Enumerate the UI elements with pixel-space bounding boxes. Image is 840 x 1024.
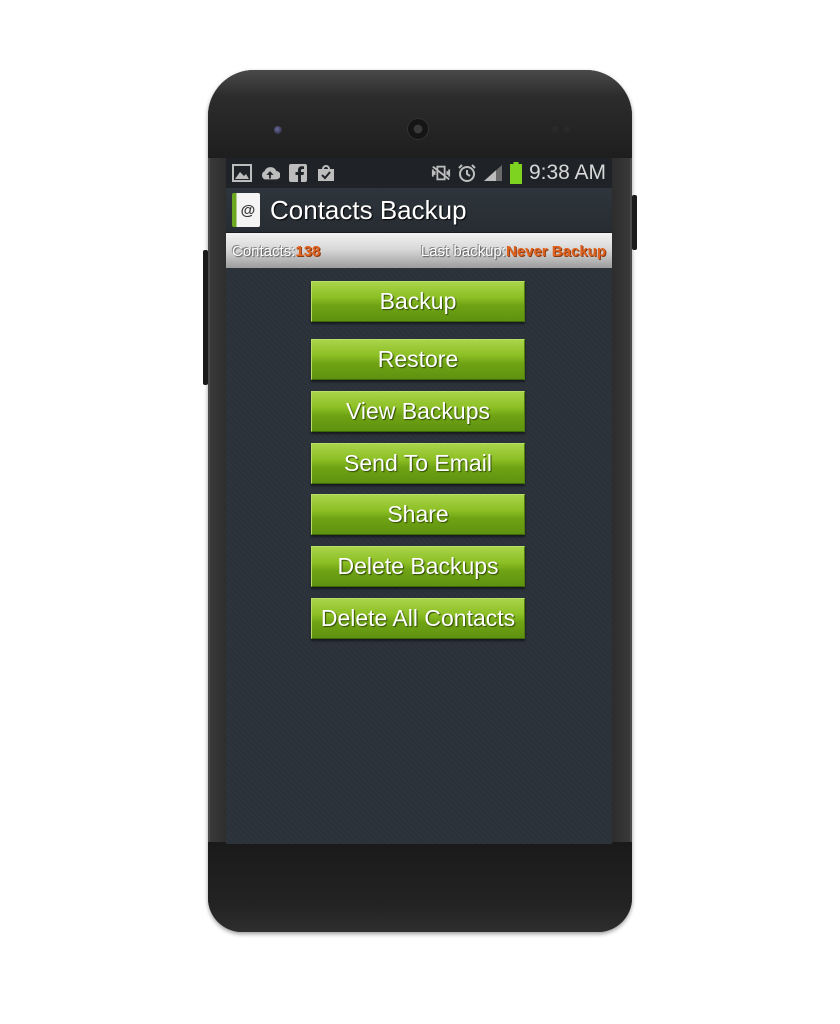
battery-icon xyxy=(509,162,523,184)
facebook-icon xyxy=(288,164,308,182)
gallery-icon xyxy=(232,164,252,182)
info-bar: Contacts: 138 Last backup: Never Backup xyxy=(226,233,612,269)
restore-button[interactable]: Restore xyxy=(311,339,525,380)
status-bar: 9:38 AM xyxy=(226,158,612,188)
light-sensor xyxy=(564,126,570,132)
proximity-sensor xyxy=(552,126,558,132)
app-icon[interactable]: @ xyxy=(232,193,260,227)
contacts-count-value: 138 xyxy=(295,242,321,260)
mute-vibrate-icon xyxy=(431,164,451,182)
clock-time: 9:38 AM xyxy=(528,161,606,184)
app-title: Contacts Backup xyxy=(270,194,467,225)
phone-bottom-bezel xyxy=(208,842,632,932)
power-button xyxy=(632,195,637,250)
shopping-bag-icon xyxy=(316,164,336,182)
contacts-count-label: Contacts: xyxy=(232,242,296,260)
earpiece-speaker xyxy=(408,119,428,139)
cloud-upload-icon xyxy=(260,164,280,182)
last-backup-value: Never Backup xyxy=(505,242,606,260)
front-camera-icon xyxy=(274,126,282,134)
signal-icon xyxy=(483,164,503,182)
delete-all-contacts-button[interactable]: Delete All Contacts xyxy=(311,598,525,639)
app-title-bar: @ Contacts Backup xyxy=(226,188,612,233)
at-sign-icon: @ xyxy=(240,201,256,219)
send-to-email-button[interactable]: Send To Email xyxy=(311,443,525,484)
phone-top-bezel xyxy=(208,70,632,158)
delete-backups-button[interactable]: Delete Backups xyxy=(311,546,525,587)
view-backups-button[interactable]: View Backups xyxy=(311,391,525,432)
volume-button xyxy=(203,250,208,385)
last-backup-label: Last backup: xyxy=(420,242,506,260)
backup-button[interactable]: Backup xyxy=(311,281,525,322)
alarm-icon xyxy=(457,164,477,182)
main-content: Backup Restore View Backups Send To Emai… xyxy=(226,268,612,844)
phone-screen: 9:38 AM @ Contacts Backup Contacts: 138 L… xyxy=(226,158,612,844)
share-button[interactable]: Share xyxy=(311,494,525,535)
